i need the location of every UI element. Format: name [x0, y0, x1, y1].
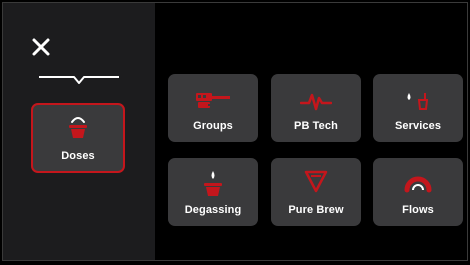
- chevron-divider-icon: [38, 74, 120, 86]
- tile-degassing[interactable]: Degassing: [168, 158, 258, 226]
- sidebar: Doses: [3, 3, 155, 260]
- tile-label: Degassing: [184, 204, 242, 216]
- sidebar-item-doses[interactable]: Doses: [31, 103, 125, 173]
- sidebar-item-label: Doses: [61, 150, 95, 162]
- tile-label: Services: [394, 120, 442, 132]
- tile-label: PB Tech: [294, 120, 338, 132]
- group-head-icon: [194, 90, 232, 112]
- tile-pure-brew[interactable]: Pure Brew: [271, 158, 361, 226]
- tile-label: Pure Brew: [288, 204, 344, 216]
- pulse-icon: [300, 91, 332, 111]
- tile-pb-tech[interactable]: PB Tech: [271, 74, 361, 142]
- flow-gauge-icon: [403, 168, 433, 194]
- degassing-cup-icon: [201, 168, 225, 198]
- tile-label: Groups: [193, 120, 233, 132]
- tile-services[interactable]: Services: [373, 74, 463, 142]
- drops-icon: [403, 90, 433, 112]
- tile-label: Flows: [402, 204, 434, 216]
- tile-groups[interactable]: Groups: [168, 74, 258, 142]
- dose-cup-icon: [66, 114, 90, 140]
- app-screen: Doses Groups PB Tech Services Degassing …: [2, 2, 468, 261]
- tile-flows[interactable]: Flows: [373, 158, 463, 226]
- close-icon[interactable]: [30, 36, 52, 58]
- filter-cone-icon: [303, 168, 329, 194]
